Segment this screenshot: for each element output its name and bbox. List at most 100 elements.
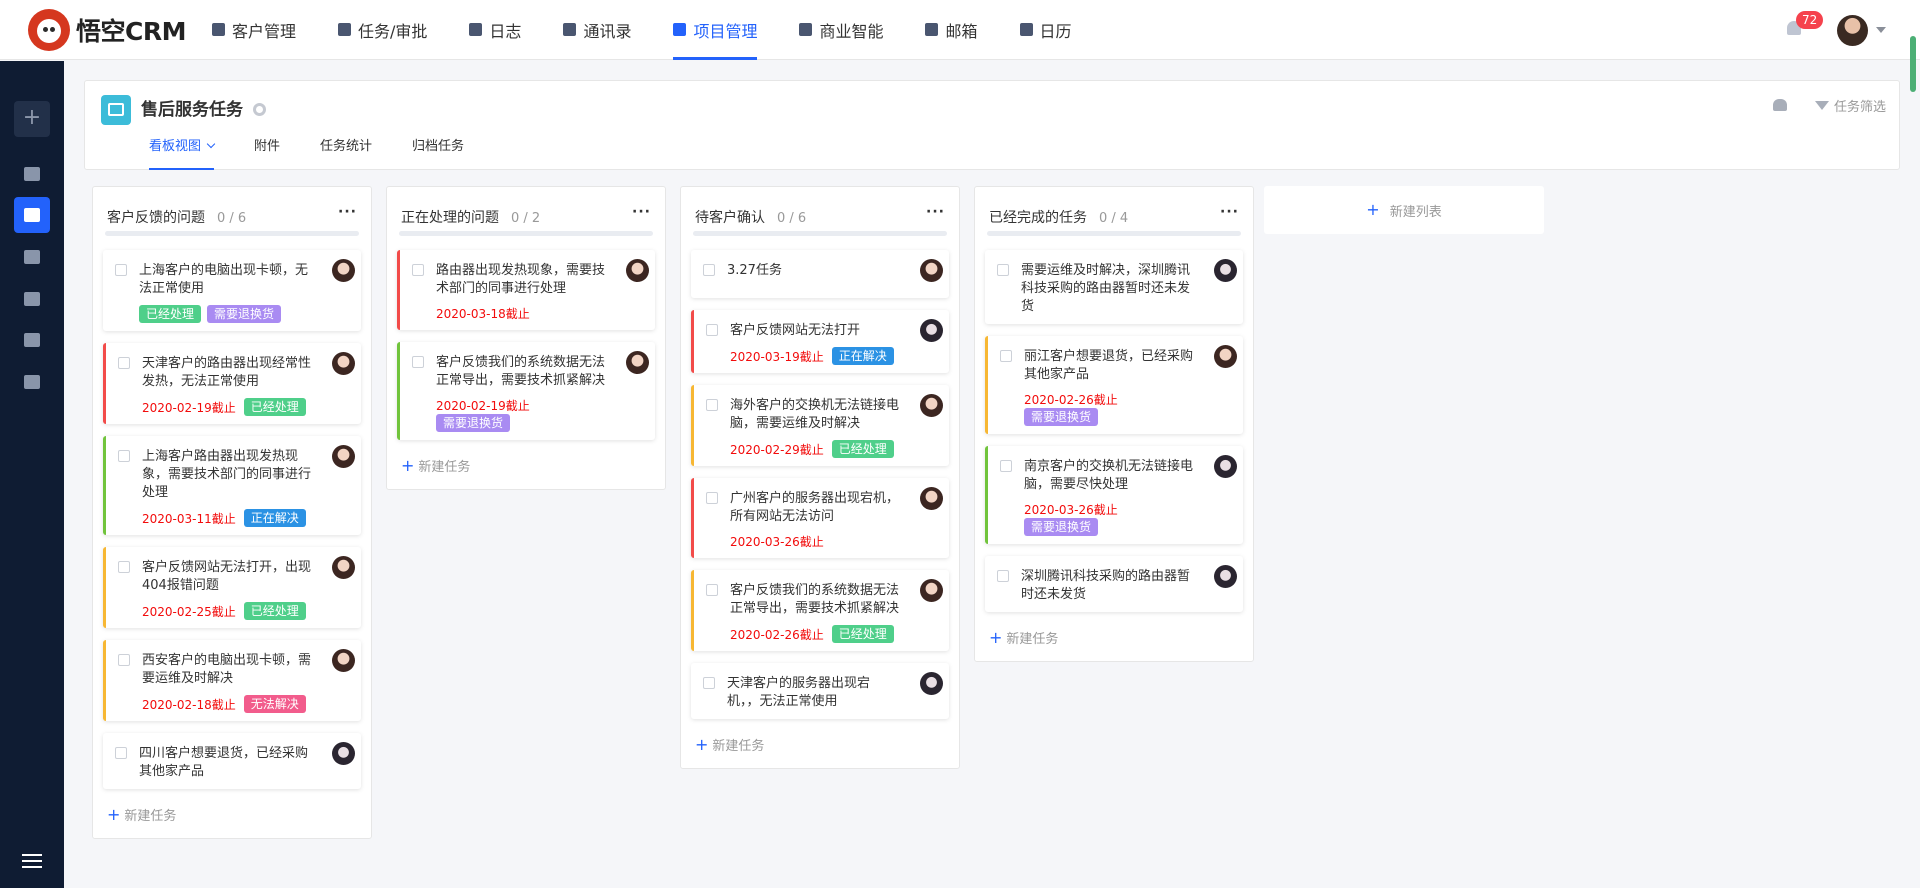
notification-badge: 72: [1796, 11, 1824, 29]
column-header: 已经完成的任务 0 / 4 ···: [975, 187, 1253, 231]
new-task-button[interactable]: + 新建任务: [681, 731, 959, 768]
nav-item-project[interactable]: 项目管理: [673, 0, 758, 60]
collapse-menu-icon[interactable]: [22, 854, 42, 868]
task-card[interactable]: 3.27任务: [691, 250, 949, 298]
task-checkbox[interactable]: [412, 356, 424, 368]
gear-icon[interactable]: [253, 103, 266, 116]
nav-item-customer[interactable]: 客户管理: [212, 0, 296, 60]
task-card[interactable]: 天津客户的路由器出现经常性发热，无法正常使用 2020-02-19截止 已经处理: [103, 343, 361, 424]
task-meta: 已经处理 需要退换货: [139, 305, 313, 323]
tag-icon[interactable]: [24, 333, 40, 347]
page-scrollbar[interactable]: [1910, 36, 1916, 92]
caret-down-icon[interactable]: [1876, 27, 1886, 33]
task-card[interactable]: 西安客户的电脑出现卡顿，需要运维及时解决 2020-02-18截止 无法解决: [103, 640, 361, 721]
task-checkbox[interactable]: [706, 584, 718, 596]
app-logo[interactable]: 悟空CRM: [28, 8, 188, 51]
task-title: 上海客户路由器出现发热现象，需要技术部门的同事进行处理: [142, 449, 312, 500]
task-card[interactable]: 需要运维及时解决，深圳腾讯科技采购的路由器暂时还未发货: [985, 250, 1243, 324]
task-title: 深圳腾讯科技采购的路由器暂时还未发货: [1021, 569, 1191, 602]
more-icon[interactable]: ···: [926, 205, 945, 219]
new-task-button[interactable]: + 新建任务: [93, 801, 371, 838]
tab-0[interactable]: 看板视图: [149, 137, 216, 170]
task-meta: 2020-03-19截止 正在解决: [730, 347, 901, 365]
tab-1[interactable]: 附件: [254, 137, 280, 170]
nav-label: 商业智能: [819, 21, 884, 41]
task-card[interactable]: 深圳腾讯科技采购的路由器暂时还未发货: [985, 556, 1243, 612]
workbench-icon[interactable]: [24, 167, 40, 181]
due-date: 2020-02-18截止: [142, 697, 236, 712]
more-icon[interactable]: ···: [338, 205, 357, 219]
tab-label: 归档任务: [412, 139, 465, 154]
plus-icon: +: [989, 627, 1003, 647]
more-icon[interactable]: ···: [632, 205, 651, 219]
task-title: 上海客户的电脑出现卡顿，无法正常使用: [139, 263, 309, 296]
assignee-avatar: [332, 556, 355, 579]
task-card[interactable]: 上海客户的电脑出现卡顿，无法正常使用已经处理 需要退换货: [103, 250, 361, 331]
task-card[interactable]: 南京客户的交换机无法链接电脑，需要尽快处理 2020-03-26截止 需要退换货: [985, 446, 1243, 544]
task-card[interactable]: 客户反馈网站无法打开 2020-03-19截止 正在解决: [691, 310, 949, 373]
task-checkbox[interactable]: [1000, 350, 1012, 362]
task-checkbox[interactable]: [1000, 460, 1012, 472]
task-tag: 已经处理: [831, 440, 894, 458]
new-task-button[interactable]: + 新建任务: [387, 452, 665, 489]
assignee-avatar: [332, 445, 355, 468]
user-avatar[interactable]: [1837, 15, 1868, 46]
task-checkbox[interactable]: [706, 492, 718, 504]
task-checkbox[interactable]: [412, 264, 424, 276]
task-checkbox[interactable]: [706, 399, 718, 411]
chevron-down-icon[interactable]: [206, 139, 216, 149]
task-card[interactable]: 广州客户的服务器出现宕机，所有网站无法访问 2020-03-26截止: [691, 478, 949, 558]
new-task-button[interactable]: + 新建任务: [975, 624, 1253, 661]
task-title: 客户反馈网站无法打开，出现404报错问题: [142, 560, 312, 593]
log-icon: [469, 23, 483, 36]
task-checkbox[interactable]: [997, 264, 1009, 276]
task-checkbox[interactable]: [118, 561, 130, 573]
task-title: 丽江客户想要退货，已经采购其他家产品: [1024, 349, 1194, 382]
task-card[interactable]: 四川客户想要退货，已经采购其他家产品: [103, 733, 361, 789]
more-icon[interactable]: ···: [1220, 205, 1239, 219]
contacts-icon: [563, 23, 577, 36]
task-checkbox[interactable]: [118, 357, 130, 369]
task-card[interactable]: 客户反馈我们的系统数据无法正常导出，需要技术抓紧解决 2020-02-19截止 需要…: [397, 342, 655, 440]
tab-3[interactable]: 归档任务: [412, 137, 464, 170]
column-title-text: 待客户确认: [695, 210, 765, 226]
task-checkbox[interactable]: [118, 654, 130, 666]
task-filter-button[interactable]: 任务筛选: [1815, 96, 1886, 115]
nav-label: 通讯录: [583, 21, 632, 41]
trash-icon[interactable]: [24, 375, 40, 389]
assignee-avatar: [332, 649, 355, 672]
members-icon[interactable]: [1773, 99, 1787, 111]
task-card[interactable]: 海外客户的交换机无法链接电脑，需要运维及时解决 2020-02-29截止 已经处理: [691, 385, 949, 466]
column-title: 待客户确认 0 / 6: [695, 207, 806, 227]
nav-item-calendar[interactable]: 日历: [1019, 0, 1072, 60]
archive-icon[interactable]: [24, 292, 40, 306]
nav-item-log[interactable]: 日志: [469, 0, 521, 60]
task-title: 需要运维及时解决，深圳腾讯科技采购的路由器暂时还未发货: [1021, 263, 1191, 314]
add-icon[interactable]: +: [14, 101, 50, 137]
task-checkbox[interactable]: [703, 264, 715, 276]
task-tag: 需要退换货: [207, 305, 282, 323]
tab-2[interactable]: 任务统计: [320, 137, 372, 170]
task-checkbox[interactable]: [703, 677, 715, 689]
task-title: 3.27任务: [727, 263, 782, 278]
nav-label: 任务/审批: [358, 21, 428, 41]
statistics-icon[interactable]: [24, 250, 40, 264]
task-card[interactable]: 丽江客户想要退货，已经采购其他家产品 2020-02-26截止 需要退换货: [985, 336, 1243, 434]
nav-item-bi[interactable]: 商业智能: [799, 0, 883, 60]
task-checkbox[interactable]: [997, 570, 1009, 582]
task-card[interactable]: 客户反馈网站无法打开，出现404报错问题 2020-02-25截止 已经处理: [103, 547, 361, 628]
project-board-icon[interactable]: [14, 197, 50, 233]
task-checkbox[interactable]: [706, 324, 718, 336]
task-card[interactable]: 客户反馈我们的系统数据无法正常导出，需要技术抓紧解决 2020-02-26截止 已经…: [691, 570, 949, 651]
task-checkbox[interactable]: [115, 747, 127, 759]
task-card[interactable]: 天津客户的服务器出现宕机，，无法正常使用: [691, 663, 949, 719]
nav-label: 客户管理: [232, 21, 297, 41]
nav-item-mail[interactable]: 邮箱: [925, 0, 978, 60]
nav-item-task[interactable]: 任务/审批: [338, 0, 427, 60]
task-checkbox[interactable]: [115, 264, 127, 276]
task-card[interactable]: 上海客户路由器出现发热现象，需要技术部门的同事进行处理 2020-03-11截止正…: [103, 436, 361, 535]
nav-item-contacts[interactable]: 通讯录: [563, 0, 631, 60]
task-checkbox[interactable]: [118, 450, 130, 462]
task-card[interactable]: 路由器出现发热现象，需要技术部门的同事进行处理 2020-03-18截止: [397, 250, 655, 330]
new-list-button[interactable]: + 新建列表: [1264, 186, 1544, 234]
